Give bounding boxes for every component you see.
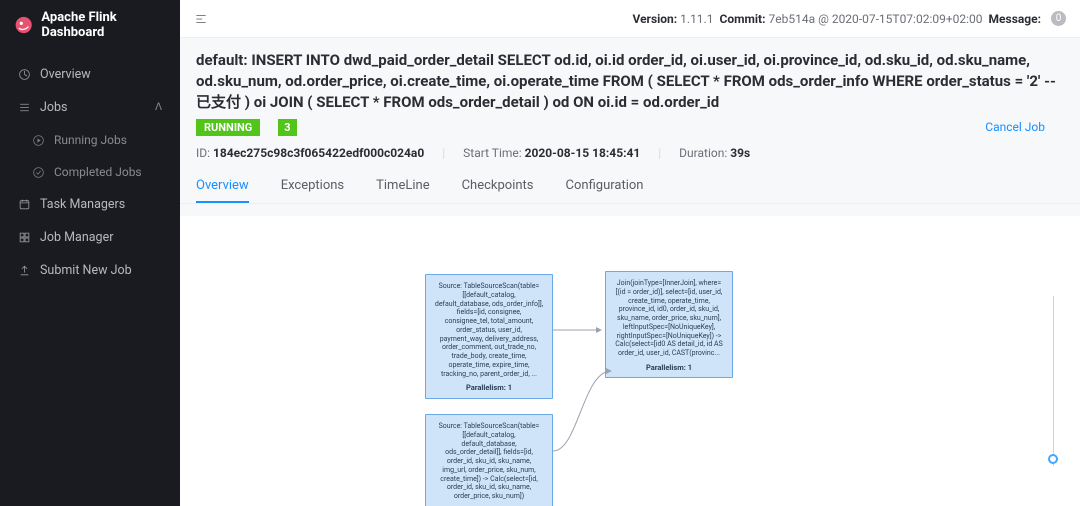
flink-logo-icon	[14, 14, 33, 36]
node-parallelism: Parallelism: 1	[434, 383, 544, 392]
sidebar-item-label: Submit New Job	[40, 263, 132, 278]
node-description: Join(joinType=[InnerJoin], where=[(id = …	[614, 279, 724, 358]
sidebar-item-overview[interactable]: Overview	[0, 58, 180, 91]
graph-edge	[553, 366, 618, 456]
version-label: Version:	[632, 12, 677, 26]
job-meta: RUNNING 3	[196, 119, 1064, 136]
bars-icon	[18, 101, 31, 114]
node-description: Source: TableSourceScan(table=[[default_…	[434, 422, 544, 501]
version-value: 1.11.1	[680, 12, 713, 26]
sidebar-item-label: Overview	[40, 67, 91, 82]
sidebar-item-job-manager[interactable]: Job Manager	[0, 221, 180, 254]
graph-edge	[553, 324, 608, 336]
job-graph[interactable]: Source: TableSourceScan(table=[[default_…	[180, 216, 1080, 506]
start-time-value: 2020-08-15 18:45:41	[525, 146, 641, 160]
sidebar-item-label: Task Managers	[40, 197, 125, 212]
zoom-handle[interactable]	[1048, 454, 1058, 464]
node-description: Source: TableSourceScan(table=[[default_…	[434, 282, 544, 378]
sidebar-item-submit-new-job[interactable]: Submit New Job	[0, 254, 180, 287]
meta-separator: |	[658, 146, 661, 160]
job-status-count: 3	[278, 119, 296, 136]
tab-overview[interactable]: Overview	[196, 170, 249, 203]
duration-value: 39s	[730, 146, 750, 160]
app-title: Apache Flink Dashboard	[41, 10, 166, 40]
sidebar-nav: Overview Jobs ᐱ Running Jobs Completed J…	[0, 50, 180, 295]
sidebar-item-jobs[interactable]: Jobs ᐱ	[0, 91, 180, 124]
sidebar-item-label: Completed Jobs	[54, 165, 142, 179]
commit-label: Commit:	[719, 12, 765, 26]
meta-separator: |	[442, 146, 445, 160]
app-logo: Apache Flink Dashboard	[0, 0, 180, 50]
start-time-label: Start Time:	[463, 146, 521, 160]
tab-configuration[interactable]: Configuration	[566, 170, 644, 203]
dashboard-icon	[18, 68, 31, 81]
topbar: Version: 1.11.1 Commit: 7eb514a @ 2020-0…	[180, 0, 1080, 38]
graph-node-source-order-detail[interactable]: Source: TableSourceScan(table=[[default_…	[425, 414, 553, 506]
zoom-track	[1053, 296, 1054, 466]
node-parallelism: Parallelism: 1	[614, 363, 724, 372]
sidebar-item-label: Jobs	[40, 100, 68, 115]
job-title: default: INSERT INTO dwd_paid_order_deta…	[196, 50, 1064, 113]
message-label: Message:	[989, 12, 1041, 26]
zoom-slider[interactable]	[1050, 296, 1056, 466]
tab-checkpoints[interactable]: Checkpoints	[462, 170, 534, 203]
sidebar: Apache Flink Dashboard Overview Jobs ᐱ R…	[0, 0, 180, 506]
sidebar-item-label: Running Jobs	[54, 133, 127, 147]
commit-value: 7eb514a @ 2020-07-15T07:02:09+02:00	[768, 12, 982, 26]
menu-fold-icon[interactable]	[194, 12, 208, 26]
cancel-job-link[interactable]: Cancel Job	[985, 120, 1045, 134]
sidebar-item-running-jobs[interactable]: Running Jobs	[0, 124, 180, 156]
job-meta-row2: ID: 184ec275c98c3f065422edf000c024a0 | S…	[196, 146, 1064, 160]
graph-node-source-order-info[interactable]: Source: TableSourceScan(table=[[default_…	[425, 274, 553, 399]
job-id-label: ID:	[196, 146, 210, 160]
graph-node-join[interactable]: Join(joinType=[InnerJoin], where=[(id = …	[605, 271, 733, 378]
job-status-badge: RUNNING	[196, 119, 260, 136]
build-icon	[18, 231, 31, 244]
play-circle-icon	[32, 134, 45, 147]
sidebar-item-completed-jobs[interactable]: Completed Jobs	[0, 156, 180, 188]
sidebar-item-task-managers[interactable]: Task Managers	[0, 188, 180, 221]
job-tabs: Overview Exceptions TimeLine Checkpoints…	[180, 170, 1080, 204]
job-id-value: 184ec275c98c3f065422edf000c024a0	[213, 146, 424, 160]
chevron-up-icon: ᐱ	[155, 102, 162, 113]
schedule-icon	[18, 198, 31, 211]
message-count-badge[interactable]: 0	[1051, 11, 1066, 26]
main-content: Version: 1.11.1 Commit: 7eb514a @ 2020-0…	[180, 0, 1080, 506]
check-circle-icon	[32, 166, 45, 179]
tab-timeline[interactable]: TimeLine	[376, 170, 429, 203]
tab-exceptions[interactable]: Exceptions	[281, 170, 344, 203]
upload-icon	[18, 264, 31, 277]
duration-label: Duration:	[679, 146, 727, 160]
job-content: Cancel Job default: INSERT INTO dwd_paid…	[180, 38, 1080, 506]
sidebar-item-label: Job Manager	[40, 230, 113, 245]
